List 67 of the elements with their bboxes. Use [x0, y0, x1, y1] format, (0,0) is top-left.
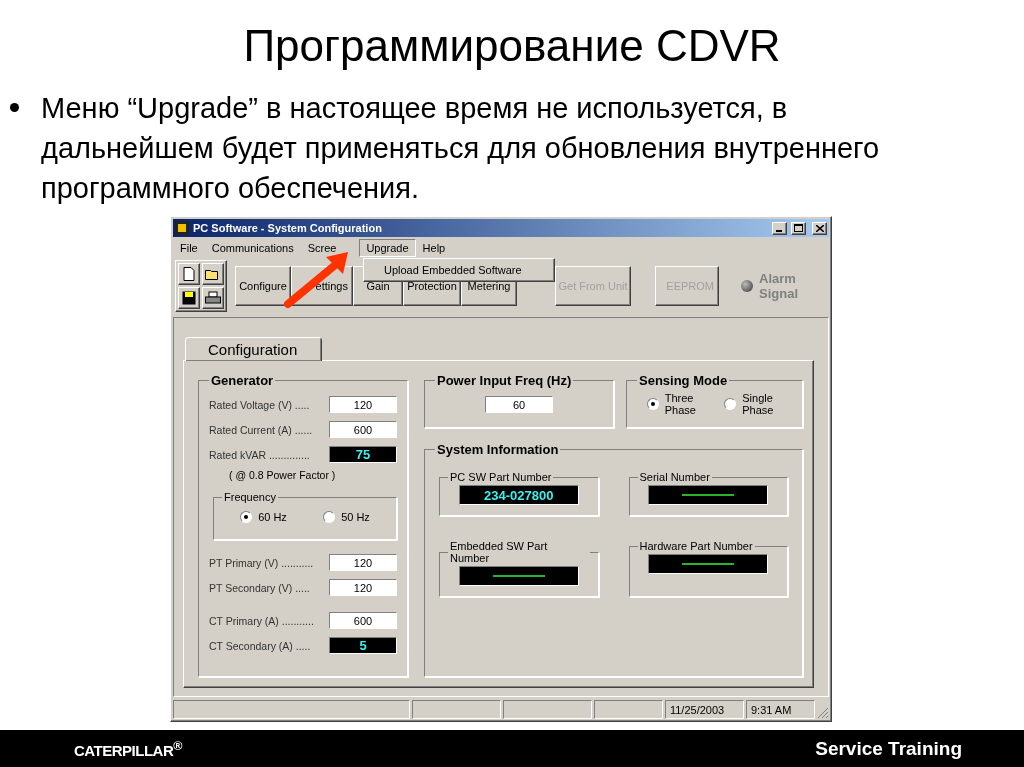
alarm-light-icon	[741, 280, 753, 292]
maximize-button[interactable]	[791, 221, 806, 235]
group-title: PC SW Part Number	[449, 471, 553, 483]
open-folder-icon[interactable]	[202, 263, 224, 285]
screen-button[interactable]: Configure	[235, 266, 291, 306]
save-icon[interactable]	[178, 287, 200, 309]
input-field[interactable]: 600	[329, 421, 397, 438]
note-text: ( @ 0.8 Power Factor )	[229, 469, 337, 481]
field-label: CT Secondary (A) .....	[209, 639, 311, 652]
group-title: Generator	[210, 373, 275, 388]
menu-item[interactable]: Scree	[300, 239, 344, 257]
value-display: 75	[329, 446, 397, 463]
new-file-icon[interactable]	[178, 263, 200, 285]
bullet-icon	[10, 103, 19, 112]
resize-grip-icon	[817, 707, 829, 719]
menu-option[interactable]: Upload Embedded Software	[366, 261, 552, 279]
radio-label: 50 Hz	[341, 511, 370, 523]
menu-item[interactable]: Help	[415, 239, 453, 257]
value-display: 234-027800	[458, 485, 579, 505]
dash-icon	[682, 494, 735, 496]
group-title: Frequency	[223, 491, 277, 503]
bullet-text: Меню “Upgrade” в настоящее время не используется, в дальнейшем будет применяться для обновления внутреннего программного обеспечения.	[41, 91, 881, 206]
field-label: Rated Voltage (V) .....	[209, 398, 310, 411]
minimize-button[interactable]	[772, 221, 787, 235]
dash-icon	[492, 575, 545, 577]
menu-item[interactable]: Upgrade	[359, 239, 416, 257]
input-field[interactable]: 120	[329, 579, 397, 596]
close-button[interactable]	[812, 221, 827, 235]
group-title: Serial Number	[638, 471, 711, 483]
radio-button[interactable]	[323, 511, 336, 523]
input-field[interactable]: 60	[485, 396, 553, 413]
group-title: System Information	[436, 442, 560, 457]
radio-label: Single Phase	[742, 392, 775, 416]
group-title: Hardware Part Number	[638, 540, 754, 552]
value-display: 5	[329, 637, 397, 654]
input-field[interactable]: 120	[329, 396, 397, 413]
field-label: Rated Current (A) ......	[209, 423, 313, 436]
radio-label: Three Phase	[664, 392, 697, 416]
status-pane	[593, 700, 663, 719]
field-label: CT Primary (A) ...........	[209, 614, 314, 627]
footer-label: Service Training	[815, 737, 962, 760]
brand-logo: CATERPILLAR$^{®}$	[74, 738, 182, 759]
radio-button[interactable]	[724, 398, 737, 410]
close-icon	[815, 224, 824, 232]
radio-button[interactable]	[646, 398, 659, 410]
menu-item[interactable]: File	[173, 239, 205, 257]
app-logo-icon	[175, 221, 189, 235]
input-field[interactable]: 120	[329, 554, 397, 571]
menu-item[interactable]: Communications	[204, 239, 301, 257]
window-title: PC Software - System Configuration	[193, 222, 383, 234]
status-date: 11/25/2003	[664, 700, 744, 719]
alarm-label: Alarm Signal	[759, 271, 799, 301]
status-time: 9:31 AM	[745, 700, 816, 719]
tab[interactable]: Configuration	[185, 337, 323, 361]
print-icon[interactable]	[202, 287, 224, 309]
group-title: Power Input Freq (Hz)	[436, 373, 573, 388]
radio-button[interactable]	[240, 511, 253, 523]
input-field[interactable]: 600	[329, 612, 397, 629]
dash-icon	[682, 563, 735, 565]
field-label: PT Primary (V) ...........	[209, 556, 314, 569]
radio-label: 60 Hz	[258, 511, 287, 523]
maximize-icon	[794, 224, 803, 232]
field-label: PT Secondary (V) .....	[209, 581, 310, 594]
slide-title: Программирование CDVR	[242, 20, 782, 72]
group-title: Sensing Mode	[638, 373, 729, 388]
field-label: Rated kVAR ..............	[209, 448, 310, 461]
group-title: Embedded SW Part Number	[449, 540, 549, 564]
